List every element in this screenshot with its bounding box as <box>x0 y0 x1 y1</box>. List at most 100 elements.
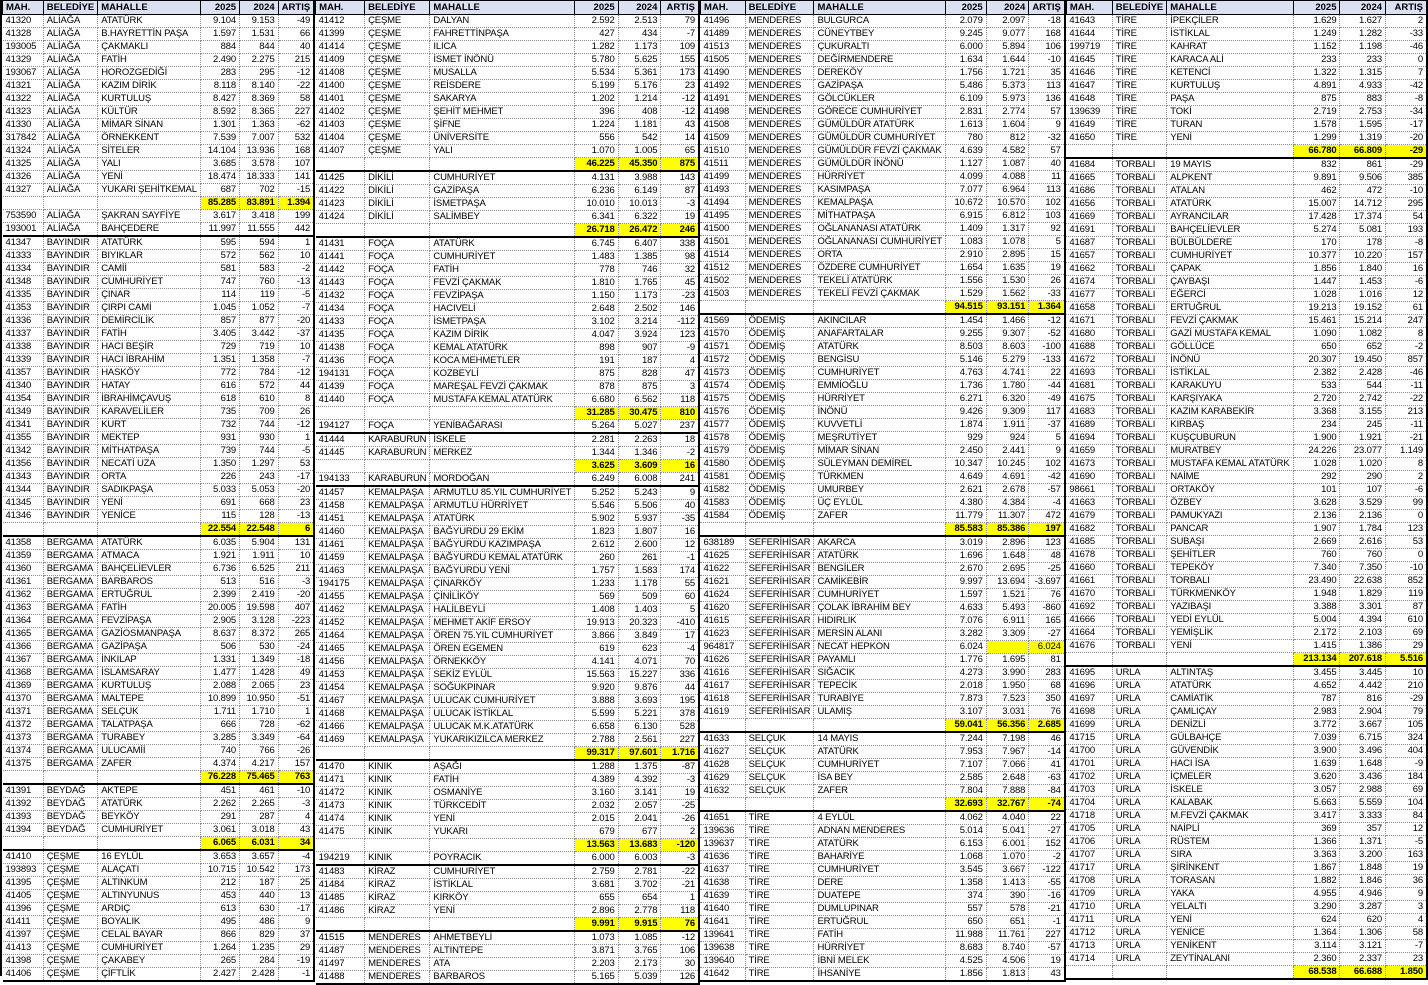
cell-mahalle[interactable]: YAKA <box>1167 888 1293 901</box>
cell-mah-code[interactable]: 41712 <box>1066 927 1112 940</box>
cell-belediye[interactable]: BAYINDIR <box>43 510 98 523</box>
cell-2025[interactable]: 4.131 <box>575 171 618 185</box>
cell-2025[interactable]: 66.780 <box>1293 145 1340 159</box>
header-2025[interactable]: 2025 <box>200 1 239 15</box>
cell-2025[interactable]: 1.907 <box>1293 523 1340 536</box>
cell-2025[interactable]: 20.307 <box>1293 354 1340 367</box>
cell-mah-code[interactable]: 41440 <box>316 394 365 407</box>
cell-artis[interactable]: 7 <box>1386 67 1427 80</box>
cell-mah-code[interactable]: 41414 <box>316 41 365 54</box>
cell-mahalle[interactable]: ULUCAK M.K.ATATÜRK <box>430 721 575 734</box>
cell-mah-code[interactable]: 41328 <box>3 28 44 41</box>
cell-mah-code[interactable]: 41640 <box>700 903 745 916</box>
cell-2025[interactable]: 1.867 <box>1293 862 1340 875</box>
cell-2025[interactable]: 1.921 <box>200 550 239 563</box>
cell-2025[interactable]: 787 <box>1293 693 1340 706</box>
cell-artis[interactable]: 237 <box>661 420 699 434</box>
cell-mah-code[interactable]: 193067 <box>3 67 44 80</box>
cell-mahalle[interactable]: ALTINYUNUS <box>98 890 201 903</box>
cell-mah-code[interactable] <box>700 523 745 537</box>
cell-mahalle[interactable]: HACI İBRAHİM <box>98 354 201 367</box>
header-mah[interactable]: MAH. <box>700 1 745 15</box>
cell-belediye[interactable]: KEMALPAŞA <box>365 486 430 500</box>
cell-mah-code[interactable]: 41488 <box>316 971 365 985</box>
cell-mah-code[interactable]: 41579 <box>700 445 745 458</box>
cell-mahalle[interactable]: KURTULUŞ <box>98 680 201 693</box>
cell-mahalle[interactable]: TÜRKMENKÖY <box>1167 588 1293 601</box>
cell-mahalle[interactable]: TEKELİ ATATÜRK <box>814 275 946 288</box>
cell-belediye[interactable]: ÇEŞME <box>43 903 98 916</box>
cell-2024[interactable]: 2.778 <box>618 905 661 918</box>
cell-mahalle[interactable]: YENİBAĞARASI <box>430 420 575 434</box>
cell-mah-code[interactable]: 41623 <box>700 628 745 641</box>
cell-2025[interactable]: 6.035 <box>200 536 239 550</box>
cell-mah-code[interactable]: 139639 <box>1066 106 1112 119</box>
cell-artis[interactable]: 246 <box>661 224 699 238</box>
cell-mah-code[interactable]: 41457 <box>316 486 365 500</box>
cell-belediye[interactable]: BERGAMA <box>43 536 98 550</box>
cell-2024[interactable]: 486 <box>240 916 279 929</box>
cell-belediye[interactable]: KEMALPAŞA <box>365 604 430 617</box>
cell-mah-code[interactable]: 41696 <box>1066 680 1112 693</box>
cell-2024[interactable]: 3.287 <box>1340 901 1386 914</box>
cell-artis[interactable]: 5 <box>1029 236 1065 249</box>
cell-artis[interactable]: 43 <box>278 824 314 837</box>
cell-belediye[interactable]: KİRAZ <box>365 905 430 918</box>
cell-artis[interactable]: 104 <box>1386 797 1427 810</box>
cell-2025[interactable]: 666 <box>200 719 239 732</box>
cell-mahalle[interactable]: ERTUĞRUL <box>814 916 946 929</box>
cell-belediye[interactable]: BERGAMA <box>43 680 98 693</box>
cell-mah-code[interactable] <box>1066 145 1112 159</box>
cell-belediye[interactable]: ÖDEMİŞ <box>745 314 814 328</box>
cell-mah-code[interactable]: 41396 <box>3 903 44 916</box>
cell-artis[interactable]: 442 <box>278 223 314 237</box>
cell-mahalle[interactable]: KOCA MEHMETLER <box>430 355 575 368</box>
cell-belediye[interactable]: TİRE <box>1112 132 1167 145</box>
cell-mahalle[interactable]: HATAY <box>98 380 201 393</box>
cell-belediye[interactable]: BERGAMA <box>43 719 98 732</box>
cell-artis[interactable]: 6 <box>278 523 314 537</box>
cell-2025[interactable]: 20.005 <box>200 602 239 615</box>
cell-mah-code[interactable]: 41570 <box>700 328 745 341</box>
cell-mahalle[interactable] <box>430 839 575 852</box>
cell-belediye[interactable]: BAYINDIR <box>43 289 98 302</box>
cell-artis[interactable]: 34 <box>278 837 314 851</box>
cell-2024[interactable]: 5.493 <box>986 602 1029 615</box>
cell-2024[interactable]: 11.307 <box>986 510 1029 523</box>
cell-belediye[interactable]: TORBALI <box>1112 601 1167 614</box>
cell-mah-code[interactable]: 41580 <box>700 458 745 471</box>
cell-artis[interactable]: 17 <box>661 630 699 643</box>
cell-mah-code[interactable]: 41433 <box>316 316 365 329</box>
cell-artis[interactable]: -4 <box>1029 497 1065 510</box>
cell-mah-code[interactable]: 41452 <box>316 617 365 630</box>
cell-artis[interactable]: -19 <box>278 955 314 968</box>
cell-mah-code[interactable] <box>3 771 44 785</box>
cell-artis[interactable]: 173 <box>661 67 699 80</box>
cell-2025[interactable]: 1.756 <box>946 67 987 80</box>
cell-mah-code[interactable]: 41649 <box>1066 119 1112 132</box>
cell-mahalle[interactable]: ERTUĞRUL <box>1167 302 1293 315</box>
cell-mahalle[interactable]: ÖZDERE CUMHURİYET <box>814 262 946 275</box>
cell-mahalle[interactable]: GÜVENDİK <box>1167 745 1293 758</box>
cell-2024[interactable]: 13.936 <box>240 145 279 158</box>
cell-belediye[interactable]: TİRE <box>745 955 814 968</box>
cell-mahalle[interactable]: YENİCE <box>98 510 201 523</box>
cell-artis[interactable]: 12 <box>661 539 699 552</box>
cell-mah-code[interactable]: 41453 <box>316 669 365 682</box>
cell-mah-code[interactable]: 41338 <box>3 341 44 354</box>
cell-mah-code[interactable]: 41451 <box>316 513 365 526</box>
cell-mahalle[interactable]: ÇAPAK <box>1167 263 1293 276</box>
cell-2024[interactable]: 2.057 <box>618 800 661 813</box>
cell-2024[interactable]: 3.200 <box>1340 849 1386 862</box>
cell-2025[interactable]: 1.150 <box>575 290 618 303</box>
cell-2025[interactable]: 866 <box>200 929 239 942</box>
cell-mahalle[interactable]: PANCAR <box>1167 523 1293 536</box>
cell-belediye[interactable]: KARABURUN <box>365 433 430 447</box>
cell-2024[interactable]: 4.040 <box>986 811 1029 825</box>
cell-mahalle[interactable]: İSMETPAŞA <box>430 198 575 211</box>
cell-mah-code[interactable]: 41491 <box>700 93 745 106</box>
cell-belediye[interactable]: TİRE <box>745 838 814 851</box>
cell-2024[interactable]: 5.559 <box>1340 797 1386 810</box>
cell-belediye[interactable]: URLA <box>1112 693 1167 706</box>
cell-2025[interactable]: 732 <box>200 419 239 432</box>
